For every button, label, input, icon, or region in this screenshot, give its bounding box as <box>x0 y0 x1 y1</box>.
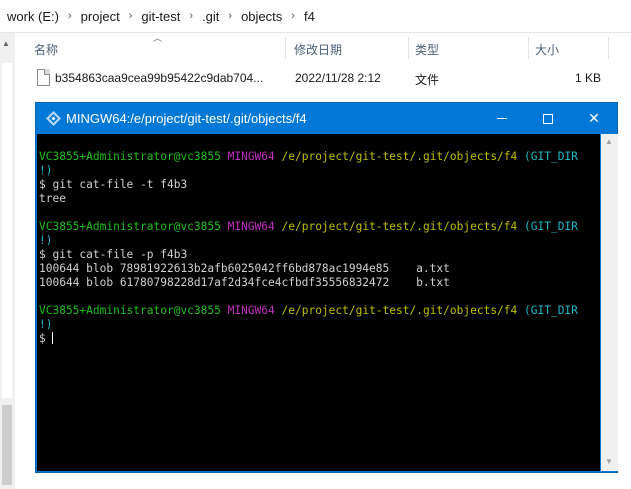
prompt-system: MINGW64 <box>227 220 275 233</box>
column-modified[interactable]: 修改日期 <box>294 41 342 58</box>
mingw-app-icon <box>46 111 61 126</box>
prompt-branch-end: !) <box>39 164 53 177</box>
column-divider[interactable] <box>608 37 609 59</box>
chevron-right-icon: › <box>128 10 133 22</box>
prompt-path: /e/project/git-test/.git/objects/f4 <box>281 304 518 317</box>
breadcrumb-project[interactable]: project <box>78 9 123 24</box>
close-button[interactable]: ✕ <box>571 103 617 134</box>
chevron-right-icon: › <box>228 10 233 22</box>
input-line[interactable]: $ <box>39 332 600 346</box>
prompt-line: VC3855+Administrator@vc3855 MINGW64 /e/p… <box>39 150 600 164</box>
prompt-branch: (GIT_DIR <box>524 220 578 233</box>
command-output: 100644 blob 78981922613b2afb6025042ff6bd… <box>39 262 450 275</box>
scroll-down-icon[interactable]: ▼ <box>605 457 613 466</box>
file-modified: 2022/11/28 2:12 <box>295 71 381 85</box>
prompt-line: VC3855+Administrator@vc3855 MINGW64 /e/p… <box>39 304 600 318</box>
column-type[interactable]: 类型 <box>415 41 439 58</box>
command-line: $ git cat-file -t f4b3 <box>39 178 188 191</box>
prompt-branch-end: !) <box>39 318 53 331</box>
navigation-pane-scrollbar[interactable]: ▲ <box>0 33 15 489</box>
sort-ascending-icon: ︿ <box>153 33 163 43</box>
file-row[interactable]: b354863caa9cea99b95422c9dab704... 2022/1… <box>15 64 631 92</box>
command-output: tree <box>39 192 66 205</box>
address-bar[interactable]: work (E:) › project › git-test › .git › … <box>0 0 631 33</box>
column-name[interactable]: 名称 <box>34 41 58 58</box>
file-name[interactable]: b354863caa9cea99b95422c9dab704... <box>55 71 263 85</box>
chevron-right-icon: › <box>68 10 72 22</box>
prompt-branch: (GIT_DIR <box>524 150 578 163</box>
file-icon <box>37 69 50 86</box>
breadcrumb-f4[interactable]: f4 <box>301 9 318 24</box>
breadcrumb-drive[interactable]: work (E:) <box>4 9 62 24</box>
column-divider[interactable] <box>408 37 409 59</box>
minimize-button[interactable] <box>479 103 525 134</box>
column-header: 名称 ︿ 修改日期 类型 大小 <box>15 33 631 63</box>
chevron-right-icon: › <box>291 10 295 22</box>
terminal-output[interactable]: VC3855+Administrator@vc3855 MINGW64 /e/p… <box>37 134 600 471</box>
close-icon: ✕ <box>588 110 600 126</box>
prompt-branch-end: !) <box>39 234 53 247</box>
prompt-symbol: $ <box>39 332 46 345</box>
scroll-up-icon[interactable]: ▲ <box>2 39 10 48</box>
column-divider[interactable] <box>285 37 286 59</box>
prompt-user: VC3855+Administrator@vc3855 <box>39 220 221 233</box>
minimize-icon <box>497 118 507 119</box>
breadcrumb-git-test[interactable]: git-test <box>138 9 183 24</box>
file-size: 1 KB <box>575 71 602 85</box>
prompt-user: VC3855+Administrator@vc3855 <box>39 304 221 317</box>
terminal-title: MINGW64:/e/project/git-test/.git/objects… <box>66 111 307 126</box>
maximize-button[interactable] <box>525 103 571 134</box>
prompt-path: /e/project/git-test/.git/objects/f4 <box>281 220 518 233</box>
command-output: 100644 blob 61780798228d17af2d34fce4cfbd… <box>39 276 450 289</box>
scrollbar-track[interactable] <box>2 63 12 398</box>
maximize-icon <box>543 113 553 124</box>
terminal-title-bar[interactable]: MINGW64:/e/project/git-test/.git/objects… <box>36 103 617 134</box>
terminal-window[interactable]: MINGW64:/e/project/git-test/.git/objects… <box>35 102 618 473</box>
file-type: 文件 <box>415 73 440 87</box>
prompt-path: /e/project/git-test/.git/objects/f4 <box>281 150 518 163</box>
breadcrumb-objects[interactable]: objects <box>238 9 285 24</box>
terminal-scrollbar[interactable]: ▲ ▼ <box>601 134 618 471</box>
prompt-line: VC3855+Administrator@vc3855 MINGW64 /e/p… <box>39 220 600 234</box>
chevron-right-icon: › <box>189 10 194 22</box>
command-line: $ git cat-file -p f4b3 <box>39 248 188 261</box>
breadcrumb-git[interactable]: .git <box>199 9 222 24</box>
text-cursor <box>51 332 53 344</box>
prompt-branch: (GIT_DIR <box>524 304 578 317</box>
scrollbar-thumb[interactable] <box>2 405 12 485</box>
prompt-system: MINGW64 <box>227 150 275 163</box>
scroll-up-icon[interactable]: ▲ <box>605 137 613 146</box>
prompt-user: VC3855+Administrator@vc3855 <box>39 150 221 163</box>
column-divider[interactable] <box>528 37 529 59</box>
prompt-system: MINGW64 <box>227 304 275 317</box>
column-size[interactable]: 大小 <box>535 41 559 58</box>
